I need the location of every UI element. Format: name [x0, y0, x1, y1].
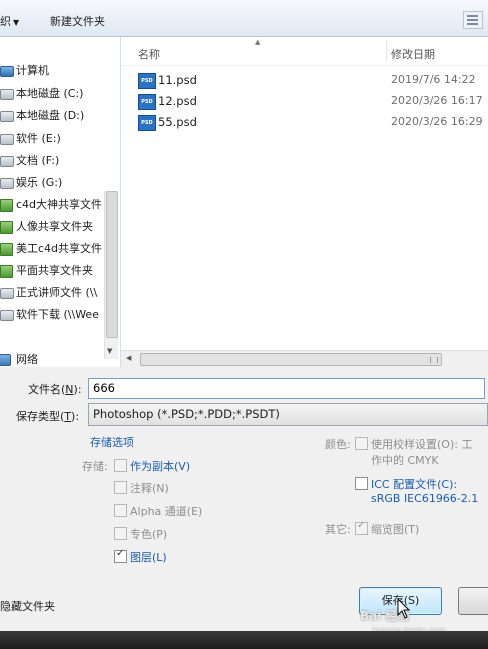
- filename-field[interactable]: [88, 378, 485, 399]
- save-options-title: 存储选项: [90, 436, 134, 449]
- save-label: 存储:: [82, 460, 108, 473]
- icc-profile-value: sRGB IEC61966-2.1: [371, 492, 479, 505]
- scroll-grip-icon: [430, 357, 438, 363]
- file-date: 2019/7/6 14:22: [391, 73, 476, 86]
- nav-item-label: 本地磁盘 (D:): [16, 109, 85, 122]
- notes-label: 注释(N): [130, 482, 169, 495]
- file-name: 12.psd: [158, 94, 197, 108]
- psd-file-icon: PSD: [138, 115, 156, 131]
- file-date: 2020/3/26 16:29: [391, 115, 483, 128]
- filename-label-end: ):: [73, 383, 82, 396]
- other-label: 其它:: [325, 523, 351, 536]
- nav-item-label: 平面共享文件夹: [16, 264, 93, 277]
- computer-icon: [0, 66, 14, 77]
- network-drive-icon: [0, 243, 13, 256]
- nav-item-label: 美工c4d共享文件: [16, 242, 103, 255]
- file-name: 11.psd: [158, 73, 197, 87]
- nav-scrollbar[interactable]: ▼: [104, 191, 118, 359]
- filename-label: 文件名(N):: [28, 381, 82, 397]
- layers-checkbox[interactable]: [114, 548, 127, 563]
- drive-icon: [0, 111, 14, 122]
- proof-line1-tail: 工: [461, 438, 473, 451]
- horizontal-scrollbar[interactable]: ◀: [121, 350, 488, 368]
- nav-item-label: 正式讲师文件 (\\: [16, 286, 98, 299]
- drive-icon: [0, 156, 14, 167]
- filetype-label: 保存类型(T):: [16, 408, 79, 424]
- header-divider: [121, 65, 488, 66]
- network-icon: [0, 354, 11, 366]
- use-proof-setup-label: 使用校样设置(O): 工: [371, 436, 472, 452]
- nav-item-label: c4d大神共享文件: [16, 198, 103, 211]
- file-row[interactable]: PSD 55.psd 2020/3/26 16:29: [121, 112, 488, 132]
- drive-icon: [0, 134, 14, 145]
- view-options-icon[interactable]: [463, 11, 483, 29]
- proof-line1: 使用校样设置(O):: [371, 438, 458, 451]
- organize-label: 织: [0, 15, 11, 28]
- network-drive-icon: [0, 265, 13, 278]
- taskbar: [0, 631, 488, 649]
- file-row[interactable]: PSD 11.psd 2019/7/6 14:22: [121, 70, 488, 90]
- column-header-name[interactable]: 名称: [138, 46, 160, 62]
- scroll-left-icon[interactable]: ◀: [126, 354, 131, 362]
- nav-item-label: 娱乐 (G:): [16, 176, 63, 189]
- filetype-select[interactable]: Photoshop (*.PSD;*.PDD;*.PSDT): [88, 403, 488, 426]
- layers-label[interactable]: 图层(L): [130, 549, 167, 565]
- nav-item-label: 软件 (E:): [16, 132, 61, 145]
- file-name: 55.psd: [158, 115, 197, 129]
- network-drive-icon: [0, 199, 13, 212]
- navigation-pane: 计算机 本地磁盘 (C:) 本地磁盘 (D:) 软件 (E:) 文档 (F:) …: [0, 37, 121, 367]
- chevron-down-icon: ▼: [13, 18, 20, 27]
- filename-accesskey: N: [65, 383, 74, 396]
- column-header-date[interactable]: 修改日期: [391, 46, 435, 62]
- as-copy-checkbox[interactable]: [114, 459, 127, 472]
- drive-icon: [0, 89, 14, 100]
- filetype-label-end: ):: [71, 410, 80, 423]
- filetype-value: Photoshop (*.PSD;*.PDD;*.PSDT): [93, 407, 280, 421]
- thumbnail-label: 缩览图(T): [371, 523, 420, 536]
- use-proof-setup-checkbox[interactable]: [355, 437, 368, 450]
- column-divider[interactable]: [386, 41, 387, 61]
- filename-input[interactable]: [89, 379, 477, 397]
- horizontal-scroll-thumb[interactable]: [140, 353, 442, 366]
- notes-checkbox[interactable]: [114, 481, 127, 494]
- filetype-label-text: 保存类型(: [16, 410, 65, 423]
- icc-profile-label[interactable]: ICC 配置文件(C):: [371, 476, 457, 492]
- color-label: 颜色:: [325, 438, 351, 451]
- spot-colors-label: 专色(P): [130, 528, 168, 541]
- network-drive-icon: [0, 310, 14, 321]
- scroll-down-icon[interactable]: ▼: [107, 347, 112, 355]
- new-folder-button[interactable]: 新建文件夹: [50, 13, 105, 29]
- proof-line2: 作中的 CMYK: [371, 454, 439, 467]
- as-copy-label[interactable]: 作为副本(V): [130, 458, 190, 474]
- nav-network-label: 网络: [16, 353, 38, 366]
- nav-scroll-thumb[interactable]: [106, 191, 118, 338]
- drive-icon: [0, 178, 14, 189]
- nav-item-label: 文档 (F:): [16, 154, 60, 167]
- psd-file-icon: PSD: [138, 94, 156, 110]
- network-drive-icon: [0, 288, 14, 299]
- psd-file-icon: PSD: [138, 73, 156, 89]
- nav-item-label: 人像共享文件夹: [16, 220, 93, 233]
- organize-button[interactable]: 织 ▼: [0, 13, 19, 29]
- nav-item-label: 本地磁盘 (C:): [16, 87, 84, 100]
- cursor-icon: [397, 598, 411, 619]
- network-drive-icon: [0, 221, 13, 234]
- file-date: 2020/3/26 16:17: [391, 94, 483, 107]
- hide-folders-toggle[interactable]: 隐藏文件夹: [0, 598, 55, 614]
- toolbar: 织 ▼ 新建文件夹: [0, 0, 488, 37]
- icc-profile-checkbox[interactable]: [355, 477, 368, 490]
- alpha-channels-label: Alpha 通道(E): [130, 505, 203, 518]
- nav-item-label: 软件下载 (\\Wee: [16, 308, 99, 321]
- thumbnail-checkbox[interactable]: [355, 520, 368, 535]
- cancel-button[interactable]: [458, 587, 488, 615]
- filename-label-text: 文件名(: [28, 383, 66, 396]
- alpha-channels-checkbox[interactable]: [114, 504, 127, 517]
- sort-ascending-icon: ▲: [255, 38, 261, 46]
- nav-computer-label: 计算机: [16, 64, 49, 77]
- file-row[interactable]: PSD 12.psd 2020/3/26 16:17: [121, 91, 488, 111]
- spot-colors-checkbox[interactable]: [114, 527, 127, 540]
- file-list: ▲ 名称 修改日期 PSD 11.psd 2019/7/6 14:22 PSD …: [121, 37, 488, 367]
